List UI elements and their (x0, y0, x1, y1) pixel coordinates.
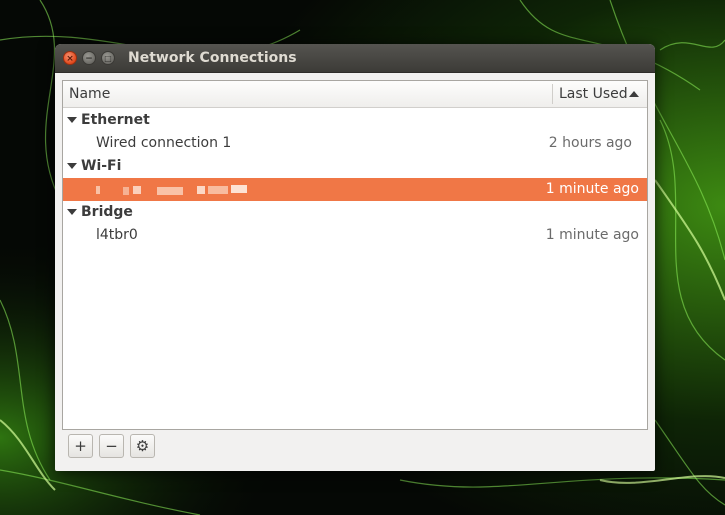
window-title: Network Connections (128, 50, 297, 66)
pixelation-block (123, 187, 129, 195)
connection-last-used: 1 minute ago (545, 181, 639, 197)
minimize-button[interactable]: − (82, 51, 96, 65)
pixelation-block (96, 186, 100, 194)
edit-connection-button[interactable]: ⚙ (130, 434, 155, 458)
pixelation-block (197, 186, 205, 194)
column-name-header[interactable]: Name (69, 81, 110, 107)
network-connections-window: × − □ Network Connections Name Last Used… (55, 44, 655, 471)
expander-arrow-icon[interactable] (67, 117, 77, 123)
add-connection-button[interactable]: + (68, 434, 93, 458)
expander-arrow-icon[interactable] (67, 209, 77, 215)
column-header: Name Last Used (63, 81, 647, 108)
connection-last-used: 2 hours ago (548, 135, 632, 151)
group-label: Wi-Fi (81, 158, 122, 174)
pixelation-block (231, 185, 247, 193)
column-divider (552, 84, 553, 104)
sort-ascending-icon (629, 91, 639, 97)
connection-last-used: 1 minute ago (545, 227, 639, 243)
group-label: Ethernet (81, 112, 150, 128)
group-row-bridge[interactable]: Bridge (63, 201, 647, 224)
connection-row[interactable]: Wired connection 1 2 hours ago (63, 132, 647, 155)
connections-toolbar: + − ⚙ (62, 430, 648, 464)
connections-tree[interactable]: Name Last Used Ethernet Wired connection… (62, 80, 648, 430)
maximize-button[interactable]: □ (101, 51, 115, 65)
pixelation-block (208, 186, 228, 194)
group-row-ethernet[interactable]: Ethernet (63, 109, 647, 132)
title-bar[interactable]: × − □ Network Connections (55, 44, 655, 73)
pixelation-block (133, 186, 141, 194)
connection-row-selected[interactable]: 1 minute ago (63, 178, 647, 201)
group-label: Bridge (81, 204, 133, 220)
gear-icon: ⚙ (135, 437, 150, 455)
group-row-wifi[interactable]: Wi-Fi (63, 155, 647, 178)
remove-connection-button[interactable]: − (99, 434, 124, 458)
connection-name: l4tbr0 (96, 227, 138, 243)
close-button[interactable]: × (63, 51, 77, 65)
connection-name: Wired connection 1 (96, 135, 232, 151)
pixelation-block (157, 187, 183, 195)
connection-row[interactable]: l4tbr0 1 minute ago (63, 224, 647, 247)
expander-arrow-icon[interactable] (67, 163, 77, 169)
column-last-used-header[interactable]: Last Used (559, 81, 628, 107)
